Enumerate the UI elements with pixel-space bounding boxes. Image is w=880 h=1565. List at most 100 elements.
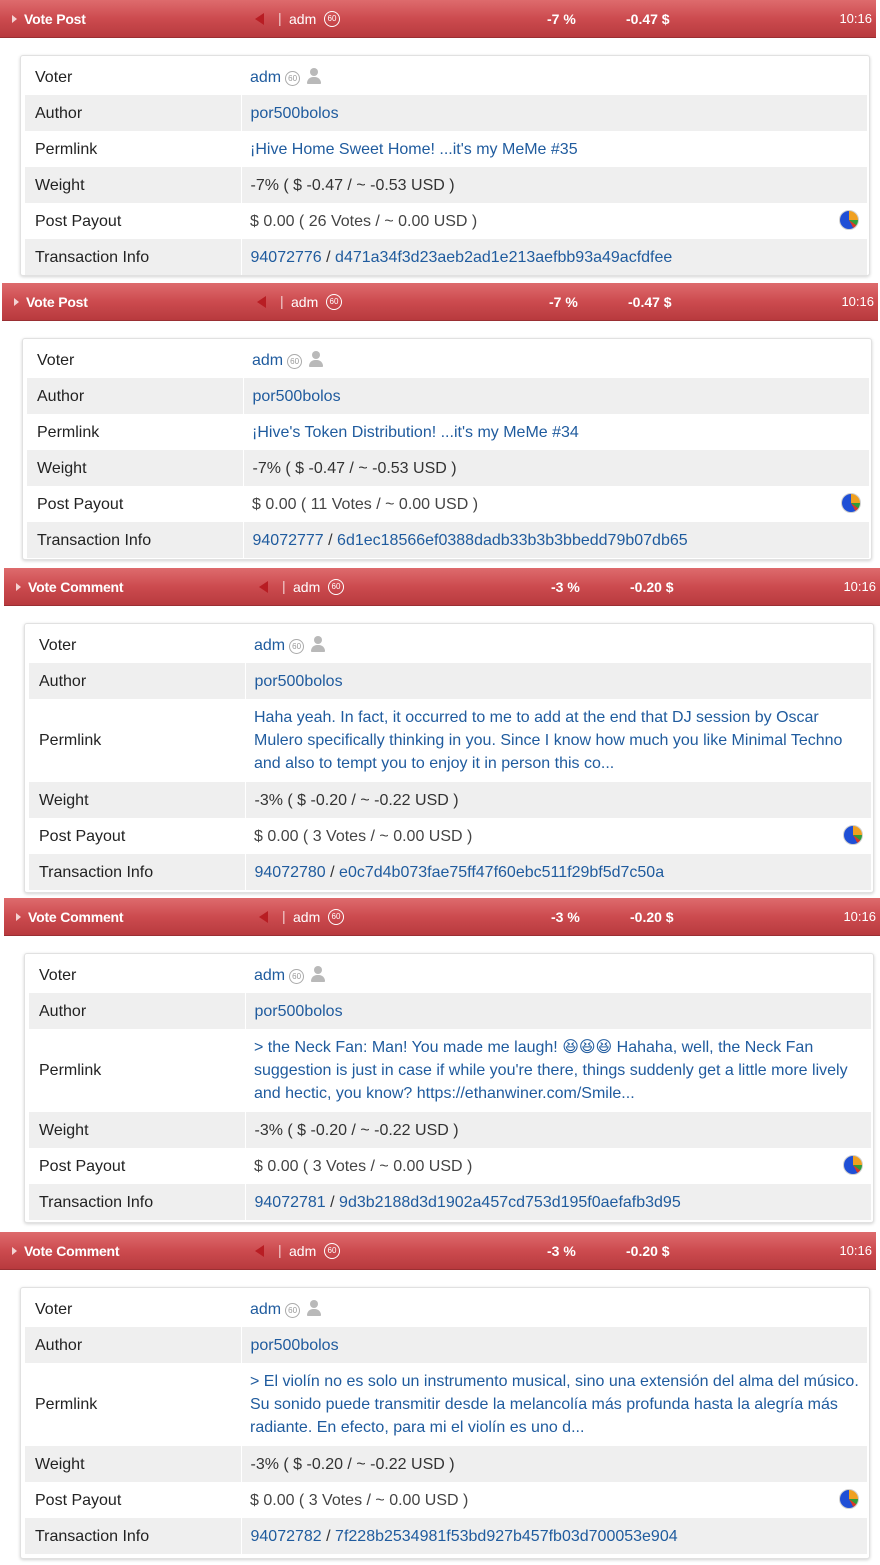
author-link[interactable]: por500bolos bbox=[251, 1337, 339, 1354]
tx-link[interactable]: e0c7d4b073fae75ff47f60ebc511f29bf5d7c50a bbox=[339, 864, 664, 881]
back-arrow-icon[interactable] bbox=[259, 911, 268, 923]
vote-time: 10:16 bbox=[843, 579, 876, 594]
vote-value: -0.20 $ bbox=[626, 1243, 670, 1259]
expand-triangle-icon[interactable] bbox=[16, 913, 21, 921]
permlink-row: Permlink Haha yeah. In fact, it occurred… bbox=[29, 699, 871, 782]
vote-value: -0.47 $ bbox=[628, 294, 672, 310]
pie-chart-icon[interactable] bbox=[839, 210, 859, 230]
permlink-link[interactable]: ¡Hive's Token Distribution! ...it's my M… bbox=[252, 424, 579, 441]
block-link[interactable]: 94072782 bbox=[251, 1528, 322, 1545]
back-arrow-icon[interactable] bbox=[259, 581, 268, 593]
permlink-link[interactable]: ¡Hive Home Sweet Home! ...it's my MeMe #… bbox=[250, 141, 578, 158]
permlink-link[interactable]: > El violín no es solo un instrumento mu… bbox=[250, 1373, 859, 1436]
user-avatar-icon[interactable] bbox=[310, 635, 326, 652]
transaction-value: 94072780 / e0c7d4b073fae75ff47f60ebc511f… bbox=[245, 854, 871, 890]
pie-chart-icon[interactable] bbox=[839, 1489, 859, 1509]
permlink-link[interactable]: > the Neck Fan: Man! You made me laugh! … bbox=[254, 1039, 848, 1102]
vote-type: Vote Comment bbox=[28, 579, 124, 595]
header-account[interactable]: adm bbox=[291, 294, 318, 310]
transaction-label: Transaction Info bbox=[29, 854, 246, 890]
payout-label: Post Payout bbox=[35, 212, 122, 230]
weight-value: -3% ( $ -0.20 / ~ -0.22 USD ) bbox=[245, 782, 871, 818]
header-account[interactable]: adm bbox=[289, 11, 316, 27]
vote-value: -0.47 $ bbox=[626, 11, 670, 27]
payout-row: Post Payout $ 0.00 ( 3 Votes / ~ 0.00 US… bbox=[29, 1148, 871, 1184]
voter-reputation-badge: 60 bbox=[287, 353, 303, 369]
tx-separator: / bbox=[326, 1527, 331, 1545]
author-row: Author por500bolos bbox=[27, 378, 869, 414]
voter-link[interactable]: adm bbox=[250, 69, 281, 86]
back-arrow-icon[interactable] bbox=[255, 13, 264, 25]
transaction-row: Transaction Info 94072782 / 7f228b253498… bbox=[25, 1518, 867, 1554]
payout-text: $ 0.00 ( 3 Votes / ~ 0.00 USD ) bbox=[254, 827, 473, 845]
expand-triangle-icon[interactable] bbox=[12, 1247, 17, 1255]
back-arrow-icon[interactable] bbox=[255, 1245, 264, 1257]
voter-link[interactable]: adm bbox=[252, 352, 283, 369]
author-value: por500bolos bbox=[241, 95, 867, 131]
author-link[interactable]: por500bolos bbox=[255, 1003, 343, 1020]
header-account[interactable]: adm bbox=[293, 909, 320, 925]
author-link[interactable]: por500bolos bbox=[255, 673, 343, 690]
author-link[interactable]: por500bolos bbox=[251, 105, 339, 122]
voter-row: Voter adm 60 bbox=[29, 957, 871, 993]
tx-link[interactable]: d471a34f3d23aeb2ad1e213aefbb93a49acfdfee bbox=[335, 249, 672, 266]
author-value: por500bolos bbox=[241, 1327, 867, 1363]
header-account[interactable]: adm bbox=[289, 1243, 316, 1259]
block-link[interactable]: 94072776 bbox=[251, 249, 322, 266]
author-link[interactable]: por500bolos bbox=[253, 388, 341, 405]
author-row: Author por500bolos bbox=[25, 1327, 867, 1363]
voter-label: Voter bbox=[35, 68, 73, 86]
tx-link[interactable]: 6d1ec18566ef0388dadb33b3b3bbedd79b07db65 bbox=[337, 532, 688, 549]
vote-header-bar[interactable]: Vote Post | adm 60 -7 % -0.47 $ 10:16 bbox=[2, 283, 878, 321]
vote-detail-card: Voter adm 60 Author por500bolos Permlink … bbox=[20, 55, 870, 276]
vote-header-bar[interactable]: Vote Comment | adm 60 -3 % -0.20 $ 10:16 bbox=[4, 568, 880, 606]
voter-link[interactable]: adm bbox=[254, 967, 285, 984]
vote-header-bar[interactable]: Vote Post | adm 60 -7 % -0.47 $ 10:16 bbox=[0, 0, 876, 38]
permlink-row: Permlink ¡Hive's Token Distribution! ...… bbox=[27, 414, 869, 450]
pie-chart-icon[interactable] bbox=[843, 1155, 863, 1175]
permlink-value: ¡Hive Home Sweet Home! ...it's my MeMe #… bbox=[241, 131, 867, 167]
tx-link[interactable]: 7f228b2534981f53bd927b457fb03d700053e904 bbox=[335, 1528, 678, 1545]
transaction-value: 94072777 / 6d1ec18566ef0388dadb33b3b3bbe… bbox=[243, 522, 869, 558]
expand-triangle-icon[interactable] bbox=[14, 298, 19, 306]
voter-reputation-badge: 60 bbox=[289, 968, 305, 984]
vote-header-bar[interactable]: Vote Comment | adm 60 -3 % -0.20 $ 10:16 bbox=[4, 898, 880, 936]
voter-link[interactable]: adm bbox=[250, 1301, 281, 1318]
header-separator: | bbox=[278, 10, 282, 26]
voter-reputation-badge: 60 bbox=[285, 70, 301, 86]
reputation-badge: 60 bbox=[328, 579, 344, 595]
voter-label: Voter bbox=[39, 966, 77, 984]
vote-header-bar[interactable]: Vote Comment | adm 60 -3 % -0.20 $ 10:16 bbox=[0, 1232, 876, 1270]
permlink-label: Permlink bbox=[35, 1396, 98, 1413]
user-avatar-icon[interactable] bbox=[306, 67, 322, 84]
author-label: Author bbox=[27, 378, 244, 414]
payout-text: $ 0.00 ( 11 Votes / ~ 0.00 USD ) bbox=[252, 495, 479, 513]
vote-detail-card: Voter adm 60 Author por500bolos Permlink … bbox=[22, 338, 872, 560]
tx-link[interactable]: 9d3b2188d3d1902a457cd753d195f0aefafb3d95 bbox=[339, 1194, 681, 1211]
pie-chart-icon[interactable] bbox=[843, 825, 863, 845]
expand-triangle-icon[interactable] bbox=[16, 583, 21, 591]
user-avatar-icon[interactable] bbox=[306, 1299, 322, 1316]
pie-chart-icon[interactable] bbox=[841, 493, 861, 513]
tx-separator: / bbox=[330, 1193, 335, 1211]
vote-value: -0.20 $ bbox=[630, 579, 674, 595]
voter-link[interactable]: adm bbox=[254, 637, 285, 654]
author-label: Author bbox=[25, 1327, 242, 1363]
voter-reputation-badge: 60 bbox=[289, 638, 305, 654]
user-avatar-icon[interactable] bbox=[310, 965, 326, 982]
back-arrow-icon[interactable] bbox=[257, 296, 266, 308]
permlink-link[interactable]: Haha yeah. In fact, it occurred to me to… bbox=[254, 709, 842, 772]
block-link[interactable]: 94072777 bbox=[253, 532, 324, 549]
block-link[interactable]: 94072781 bbox=[255, 1194, 326, 1211]
voter-row: Voter adm 60 bbox=[29, 627, 871, 663]
user-avatar-icon[interactable] bbox=[308, 350, 324, 367]
vote-detail-card: Voter adm 60 Author por500bolos Permlink … bbox=[24, 623, 874, 893]
voter-reputation-badge: 60 bbox=[285, 1302, 301, 1318]
weight-value: -7% ( $ -0.47 / ~ -0.53 USD ) bbox=[241, 167, 867, 203]
author-label: Author bbox=[25, 95, 242, 131]
expand-triangle-icon[interactable] bbox=[12, 15, 17, 23]
header-separator: | bbox=[278, 1242, 282, 1258]
header-account[interactable]: adm bbox=[293, 579, 320, 595]
block-link[interactable]: 94072780 bbox=[255, 864, 326, 881]
weight-row: Weight -3% ( $ -0.20 / ~ -0.22 USD ) bbox=[25, 1446, 867, 1482]
